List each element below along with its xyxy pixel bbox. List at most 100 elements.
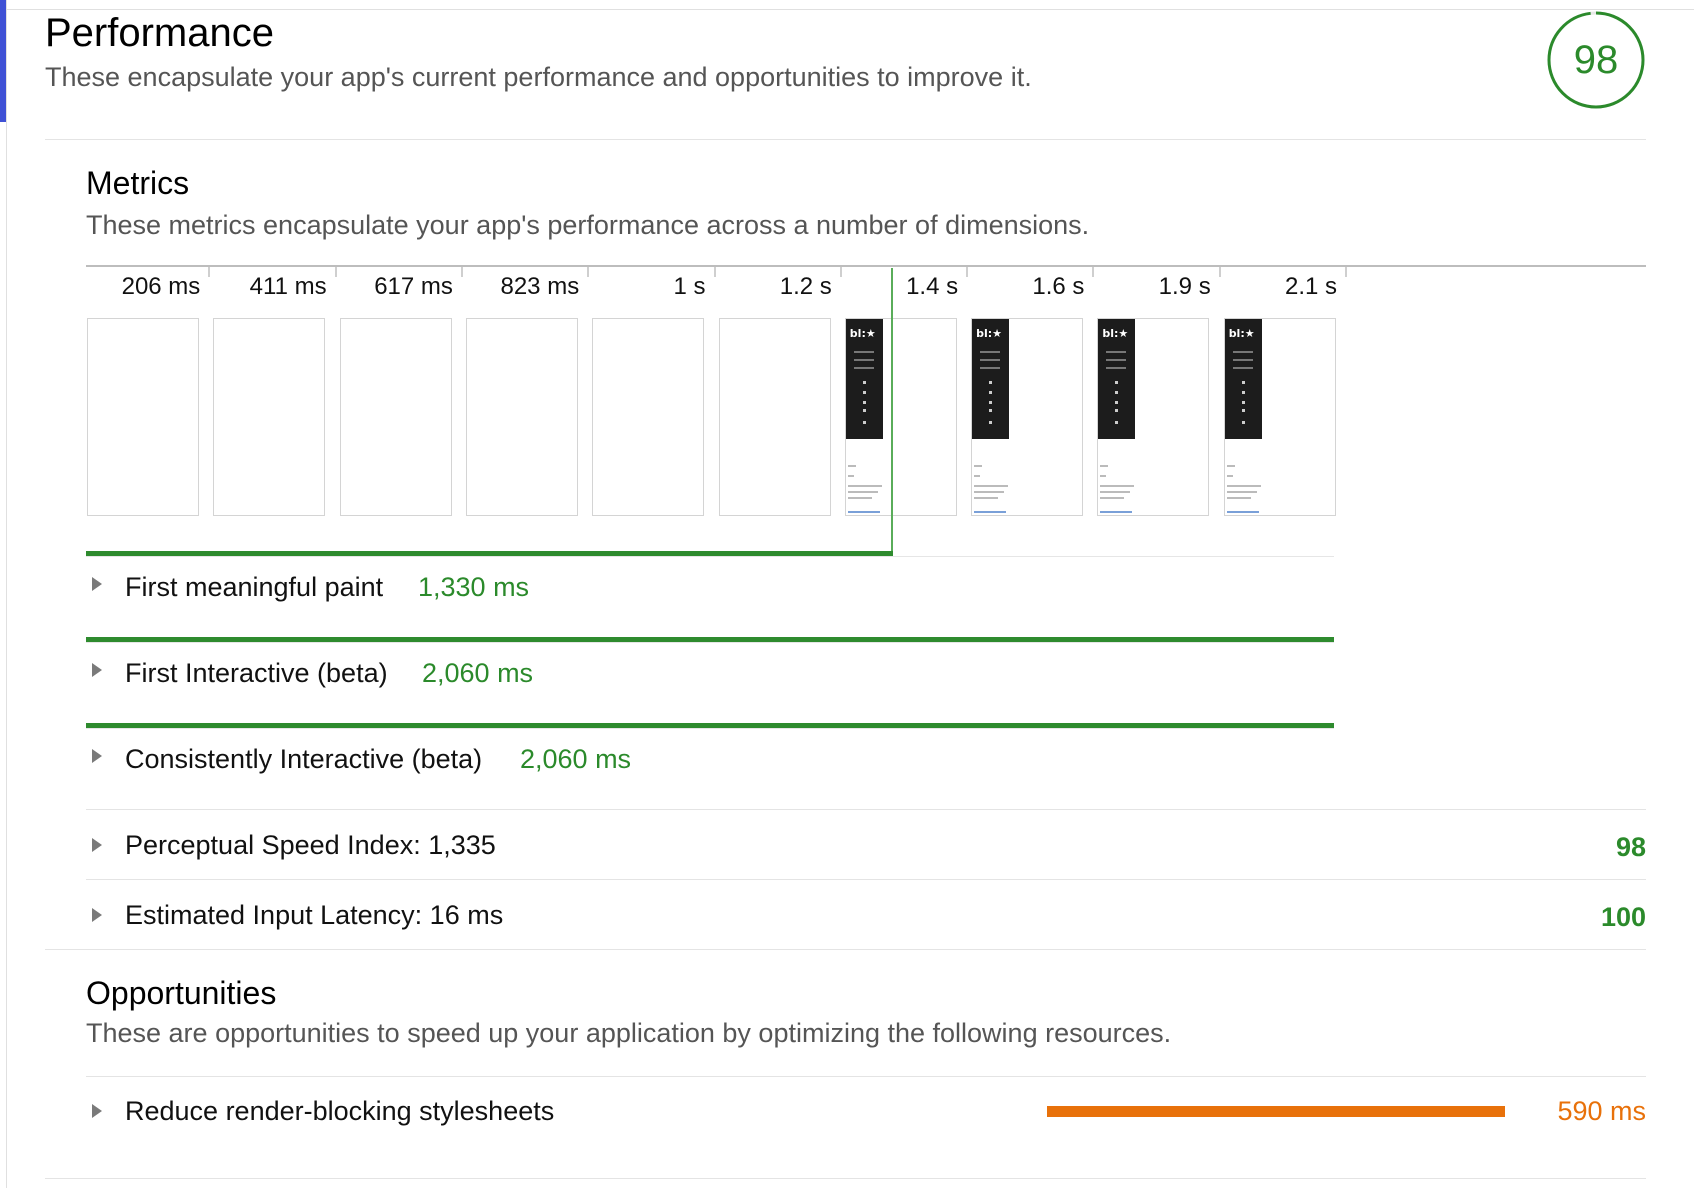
expand-arrow-icon[interactable]: [92, 577, 102, 591]
page-screenshot-thumbnail: bl:★: [845, 319, 883, 439]
thumbnail-text-line: [853, 351, 874, 353]
metrics-description: These metrics encapsulate your app's per…: [86, 210, 1090, 240]
metric-label-estimated-input-latency[interactable]: Estimated Input Latency: 16 ms: [125, 898, 503, 932]
thumbnail-text-line: [974, 497, 999, 499]
filmstrip-frame: bl:★: [844, 318, 957, 516]
timeline-tick-label: 1.4 s: [906, 273, 959, 300]
metric-value-first-interactive: 2,060 ms: [422, 658, 534, 688]
thumbnail-dot: [989, 421, 993, 424]
page-screenshot-thumbnail: bl:★: [1098, 319, 1136, 439]
section-divider: [45, 949, 1646, 950]
metric-label-consistently-interactive[interactable]: Consistently Interactive (beta): [125, 742, 482, 776]
thumbnail-text-line: [847, 497, 872, 499]
row-divider: [86, 809, 1646, 810]
thumbnail-dot: [862, 401, 866, 404]
thumbnail-dot: [862, 381, 866, 384]
header-divider: [45, 139, 1646, 140]
metric-score-estimated-input-latency: 100: [1600, 902, 1646, 932]
thumbnail-dot: [989, 381, 993, 384]
filmstrip-frame: [465, 318, 578, 516]
thumbnail-text-line: [974, 485, 1009, 487]
opportunity-savings-bar: [1047, 1106, 1505, 1117]
thumbnail-logo: bl:★: [1102, 327, 1129, 340]
thumbnail-dot: [862, 391, 866, 394]
thumbnail-logo: bl:★: [1228, 327, 1255, 340]
first-meaningful-paint-marker: [891, 268, 893, 554]
thumbnail-text-line: [1100, 475, 1107, 477]
opportunity-label-render-blocking[interactable]: Reduce render-blocking stylesheets: [125, 1094, 554, 1128]
thumbnail-text-line: [1100, 497, 1125, 499]
expand-arrow-icon[interactable]: [92, 838, 102, 852]
timeline-tick-label: 1 s: [673, 273, 706, 300]
thumbnail-text-line: [1106, 367, 1127, 369]
thumbnail-link-line: [1226, 511, 1259, 513]
thumbnail-dot: [989, 391, 993, 394]
thumbnail-dot: [1241, 391, 1245, 394]
performance-score: 98: [1573, 38, 1619, 82]
filmstrip-frame: bl:★: [971, 318, 1084, 516]
timeline-tick-label: 1.9 s: [1158, 273, 1211, 300]
thumbnail-dot: [1115, 421, 1119, 424]
thumbnail-text-line: [1106, 351, 1127, 353]
thumbnail-dot: [862, 409, 866, 412]
filmstrip-frame: bl:★: [1097, 318, 1210, 516]
thumbnail-text-line: [1232, 367, 1253, 369]
row-divider: [86, 642, 1334, 643]
thumbnail-text-line: [974, 465, 983, 467]
thumbnail-text-line: [1226, 485, 1261, 487]
filmstrip-frame: [339, 318, 452, 516]
thumbnail-text-line: [1232, 359, 1253, 361]
expand-arrow-icon[interactable]: [92, 908, 102, 922]
expand-arrow-icon[interactable]: [92, 663, 102, 677]
thumbnail-text-line: [847, 485, 882, 487]
thumbnail-text-line: [1106, 359, 1127, 361]
thumbnail-text-line: [1226, 465, 1235, 467]
metric-label-perceptual-speed-index[interactable]: Perceptual Speed Index: 1,335: [125, 828, 496, 862]
left-border: [6, 0, 7, 1188]
metric-label-first-meaningful-paint[interactable]: First meaningful paint: [125, 570, 383, 604]
thumbnail-text-line: [853, 367, 874, 369]
expand-arrow-icon[interactable]: [92, 1104, 102, 1118]
thumbnail-dot: [1241, 421, 1245, 424]
timeline-tick-label: 1.2 s: [779, 273, 832, 300]
thumbnail-text-line: [1100, 491, 1131, 493]
row-divider: [86, 879, 1646, 880]
thumbnail-dot: [1115, 409, 1119, 412]
thumbnail-text-line: [847, 465, 856, 467]
thumbnail-dot: [1115, 401, 1119, 404]
page-screenshot-thumbnail: bl:★: [1224, 319, 1262, 439]
thumbnail-text-line: [980, 367, 1001, 369]
filmstrip-frame: [213, 318, 326, 516]
filmstrip-frame: [592, 318, 705, 516]
thumbnail-text-line: [847, 475, 854, 477]
thumbnail-dot: [1115, 391, 1119, 394]
filmstrip-frame: bl:★: [1223, 318, 1336, 516]
thumbnail-text-line: [980, 359, 1001, 361]
filmstrip-frame: [87, 318, 199, 516]
filmstrip-frame: [718, 318, 831, 516]
expand-arrow-icon[interactable]: [92, 749, 102, 763]
thumbnail-text-line: [1232, 351, 1253, 353]
thumbnail-text-line: [1226, 491, 1257, 493]
row-divider: [86, 1076, 1646, 1077]
page-screenshot-thumbnail: bl:★: [972, 319, 1010, 439]
thumbnail-link-line: [847, 511, 880, 513]
timeline-tick-label: 617 ms: [374, 273, 453, 300]
thumbnail-text-line: [974, 475, 981, 477]
thumbnail-dot: [1241, 409, 1245, 412]
performance-score-gauge: 98: [1546, 10, 1646, 110]
section-divider: [45, 1178, 1646, 1179]
metric-label-first-interactive[interactable]: First Interactive (beta): [125, 656, 388, 690]
row-divider: [86, 556, 1334, 557]
metric-value-first-meaningful-paint: 1,330 ms: [418, 572, 530, 602]
thumbnail-dot: [989, 409, 993, 412]
thumbnail-dot: [1241, 381, 1245, 384]
thumbnail-text-line: [853, 359, 874, 361]
thumbnail-text-line: [1226, 475, 1233, 477]
metric-value-consistently-interactive: 2,060 ms: [520, 744, 632, 774]
thumbnail-text-line: [847, 491, 878, 493]
page-title: Performance: [45, 11, 274, 55]
thumbnail-text-line: [980, 351, 1001, 353]
timeline-tick-label: 823 ms: [500, 273, 580, 300]
opportunities-title: Opportunities: [86, 975, 277, 1011]
